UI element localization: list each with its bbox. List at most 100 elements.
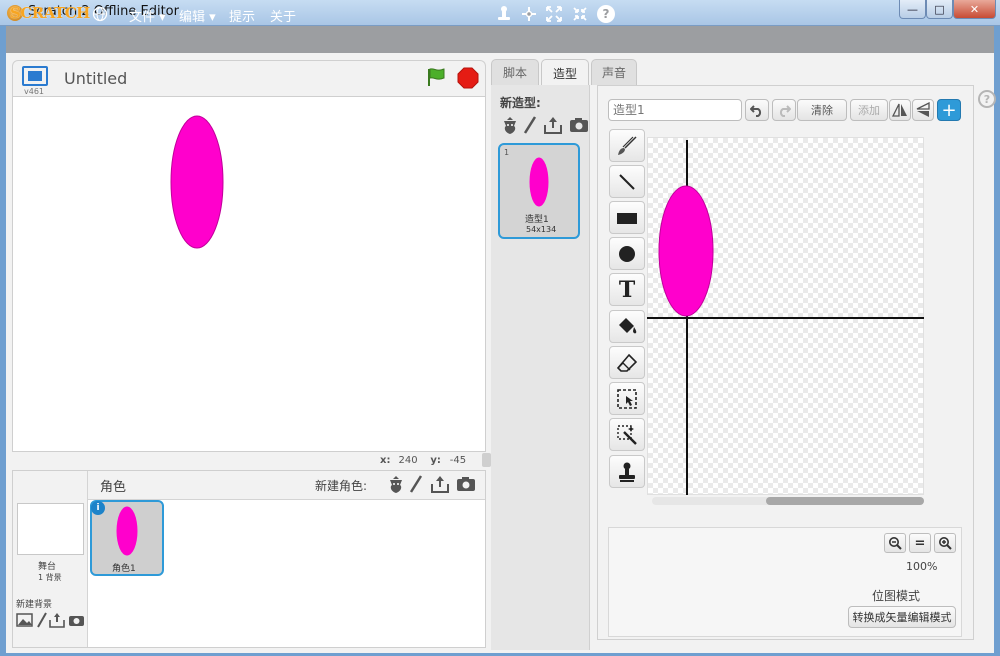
version-label: v461 (24, 87, 45, 96)
flip-horizontal-button[interactable] (889, 99, 911, 121)
ellipse-icon (619, 245, 635, 262)
menu-tips[interactable]: 提示 (229, 6, 255, 25)
camera-costume-icon[interactable] (569, 117, 589, 133)
redo-icon (779, 105, 791, 117)
zoom-in-button[interactable] (934, 533, 956, 553)
scratch-logo[interactable]: SCRATCH (10, 4, 90, 22)
new-sprite-label: 新建角色: (315, 479, 368, 493)
magic-wand-tool[interactable] (609, 418, 645, 451)
brush-tool[interactable] (609, 129, 645, 162)
sprite-info-icon[interactable]: i (91, 501, 105, 515)
help-tips-icon[interactable]: ? (978, 90, 996, 108)
zoom-out-icon (889, 537, 902, 550)
brush-icon (618, 135, 637, 155)
maximize-button[interactable]: □ (926, 0, 953, 19)
sprites-heading: 角色 (100, 480, 127, 495)
line-icon (619, 173, 635, 190)
line-tool[interactable] (609, 165, 645, 198)
mouse-coordinates: x: 240 y: -45 (380, 455, 466, 466)
sprite-thumbnail-ellipse (116, 506, 138, 556)
stop-icon[interactable] (457, 67, 479, 89)
stage-thumbnail[interactable] (17, 503, 84, 555)
duplicate-icon[interactable] (495, 5, 513, 23)
backdrop-count: 1 背景 (38, 573, 62, 582)
flip-horizontal-icon (892, 103, 907, 117)
eraser-tool[interactable] (609, 346, 645, 379)
fullscreen-icon[interactable] (22, 66, 48, 86)
upload-sprite-icon[interactable] (430, 474, 450, 494)
redo-button[interactable] (772, 99, 796, 121)
x-value: 240 (398, 455, 418, 466)
costume-name: 造型1 (525, 215, 549, 225)
fill-icon (619, 317, 637, 333)
menu-edit[interactable]: 编辑 ▾ (179, 6, 216, 25)
tab-sounds[interactable]: 声音 (591, 59, 637, 85)
help-icon[interactable]: ? (597, 5, 615, 23)
zoom-reset-button[interactable]: = (909, 533, 931, 553)
fill-tool[interactable] (609, 310, 645, 343)
menu-about[interactable]: 关于 (270, 6, 296, 25)
paint-new-costume-icon[interactable] (523, 115, 537, 135)
stamp-tool[interactable] (609, 455, 645, 488)
minimize-button[interactable]: — (899, 0, 926, 19)
menu-bar (6, 26, 994, 53)
collapse-stage-arrow-icon[interactable] (482, 453, 491, 467)
flip-vertical-button[interactable] (912, 99, 934, 121)
flip-vertical-icon (916, 102, 930, 117)
camera-sprite-icon[interactable] (456, 476, 476, 492)
grow-icon[interactable] (545, 5, 563, 23)
add-button[interactable]: 添加 (850, 99, 888, 121)
zoom-out-button[interactable] (884, 533, 906, 553)
backdrop-library-icon[interactable] (16, 613, 33, 627)
language-globe-icon[interactable] (92, 6, 108, 22)
costume-library-icon[interactable] (501, 115, 519, 135)
canvas-center-horizontal-line (647, 317, 924, 319)
close-button[interactable]: ✕ (953, 0, 996, 19)
menu-file[interactable]: 文件 ▾ (129, 6, 166, 25)
rectangle-icon (617, 212, 637, 224)
green-flag-icon[interactable] (425, 66, 447, 88)
paint-new-sprite-icon[interactable] (409, 474, 423, 494)
x-label: x: (380, 455, 391, 466)
costume-ellipse-shape[interactable] (658, 185, 714, 317)
stage-canvas[interactable] (12, 96, 486, 452)
zoom-level: 100% (906, 560, 938, 573)
set-costume-center-button[interactable]: + (937, 99, 961, 121)
sprite-library-icon[interactable] (387, 474, 405, 494)
undo-icon (750, 105, 762, 117)
magic-wand-icon (617, 424, 637, 445)
upload-backdrop-icon[interactable] (49, 612, 65, 628)
costume-name-input[interactable] (608, 99, 742, 121)
tab-scripts[interactable]: 脚本 (491, 59, 539, 85)
rectangle-tool[interactable] (609, 201, 645, 234)
clear-button[interactable]: 清除 (797, 99, 847, 121)
zoom-in-icon (939, 537, 952, 550)
upload-costume-icon[interactable] (543, 115, 563, 135)
text-tool[interactable]: T (609, 273, 645, 306)
ellipse-tool[interactable] (609, 237, 645, 270)
new-backdrop-label: 新建背景 (16, 600, 53, 610)
y-label: y: (430, 455, 441, 466)
costume-size: 54x134 (526, 225, 557, 234)
horizontal-scrollbar-thumb[interactable] (766, 497, 924, 505)
project-title-input[interactable]: Untitled (64, 69, 127, 88)
stage-name: 舞台 (38, 562, 57, 572)
costume-thumbnail-ellipse (529, 157, 549, 207)
new-costume-label: 新造型: (500, 96, 541, 110)
sprite-name: 角色1 (112, 564, 136, 574)
tab-costumes[interactable]: 造型 (541, 59, 589, 86)
camera-backdrop-icon[interactable] (68, 614, 85, 627)
stage-sprite-ellipse[interactable] (170, 115, 224, 249)
stamp-icon (619, 462, 635, 482)
paint-new-backdrop-icon[interactable] (36, 612, 48, 628)
undo-button[interactable] (745, 99, 769, 121)
select-icon (617, 388, 637, 409)
convert-to-vector-button[interactable]: 转换成矢量编辑模式 (848, 606, 956, 628)
eraser-icon (616, 353, 638, 372)
costume-index: 1 (504, 148, 510, 157)
y-value: -45 (449, 455, 467, 466)
sprite-pane-header (88, 471, 485, 500)
cut-icon[interactable] (520, 5, 538, 23)
select-tool[interactable] (609, 382, 645, 415)
shrink-icon[interactable] (571, 5, 589, 23)
